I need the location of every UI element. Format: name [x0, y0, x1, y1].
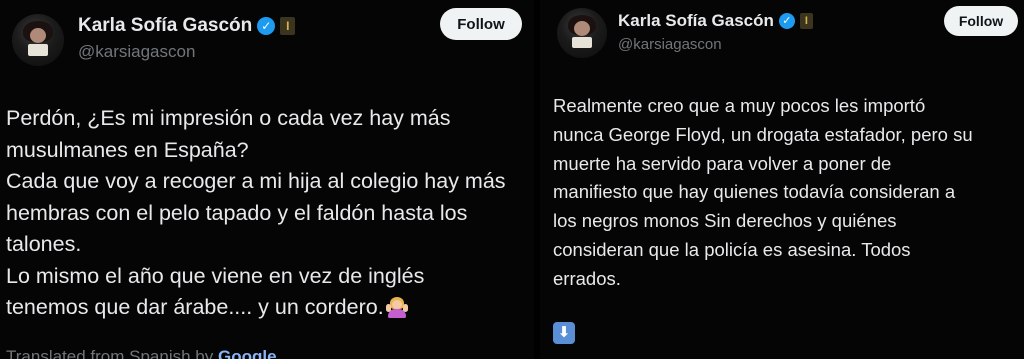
down-arrow-emoji-icon: ⬇	[553, 322, 575, 344]
tweet-line: Realmente creo que a muy pocos les impor…	[553, 95, 926, 116]
affiliation-badge-icon: I	[799, 13, 813, 29]
tweet-line: manifiesto que hay quienes todavía consi…	[553, 181, 956, 203]
tweet-line: consideran que la policía es asesina. To…	[553, 238, 911, 260]
verified-badge-icon: ✓	[778, 13, 795, 29]
handle-left[interactable]: @karsiagascon	[78, 42, 195, 62]
tweet-line: Cada que voy a recoger a mi hija al cole…	[6, 169, 506, 193]
follow-button-left[interactable]: Follow	[440, 8, 522, 40]
tweet-line: los negros monos Sin derechos y quiénes	[553, 210, 897, 232]
tweet-text-right: Realmente creo que a muy pocos les impor…	[553, 92, 973, 294]
verified-badge-icon: ✓	[257, 17, 276, 35]
tweet-line: hembras con el pelo tapado y el faldón h…	[6, 200, 468, 225]
translated-prefix: Translated from Spanish by	[6, 347, 218, 359]
affiliation-badge-icon: I	[280, 17, 296, 35]
tweet-line: muerte ha servido para volver a poner de	[553, 152, 892, 174]
tweet-line: nunca George Floyd, un drogata estafador…	[553, 123, 973, 145]
display-name-left[interactable]: Karla Sofía Gascón	[78, 15, 252, 37]
tweet-line: tenemos que dar árabe.... y un cordero.	[6, 295, 384, 319]
author-name-row-left: Karla Sofía Gascón ✓ I	[78, 14, 296, 38]
tweet-card-left: Karla Sofía Gascón ✓ I @karsiagascon Fol…	[0, 0, 534, 359]
person-shrugging-emoji-icon	[385, 296, 408, 318]
tweet-card-right: Karla Sofía Gascón ✓ I @karsiagascon Fol…	[540, 0, 1024, 359]
tweet-line: Perdón, ¿Es mi impresión o cada vez hay …	[6, 106, 451, 130]
screenshot-stage: Karla Sofía Gascón ✓ I @karsiagascon Fol…	[0, 0, 1024, 359]
google-logo-icon: Google	[217, 347, 277, 359]
avatar-left[interactable]	[12, 14, 64, 66]
tweet-line: Lo mismo el año que viene en vez de ingl…	[6, 263, 425, 288]
tweet-line: musulmanes en España?	[6, 137, 249, 162]
tweet-line-last: tenemos que dar árabe.... y un cordero.	[6, 292, 506, 324]
tweet-line: talones.	[6, 232, 82, 256]
display-name-right[interactable]: Karla Sofía Gascón	[618, 11, 774, 31]
translated-notice[interactable]: Translated from Spanish by Google	[6, 347, 277, 359]
follow-button-right[interactable]: Follow	[944, 6, 1018, 36]
tweet-text-left: Perdón, ¿Es mi impresión o cada vez hay …	[6, 103, 506, 324]
avatar-right[interactable]	[557, 8, 607, 58]
tweet-line: errados.	[553, 267, 621, 289]
handle-right[interactable]: @karsiagascon	[618, 36, 722, 53]
author-name-row-right: Karla Sofía Gascón ✓ I	[618, 10, 813, 32]
